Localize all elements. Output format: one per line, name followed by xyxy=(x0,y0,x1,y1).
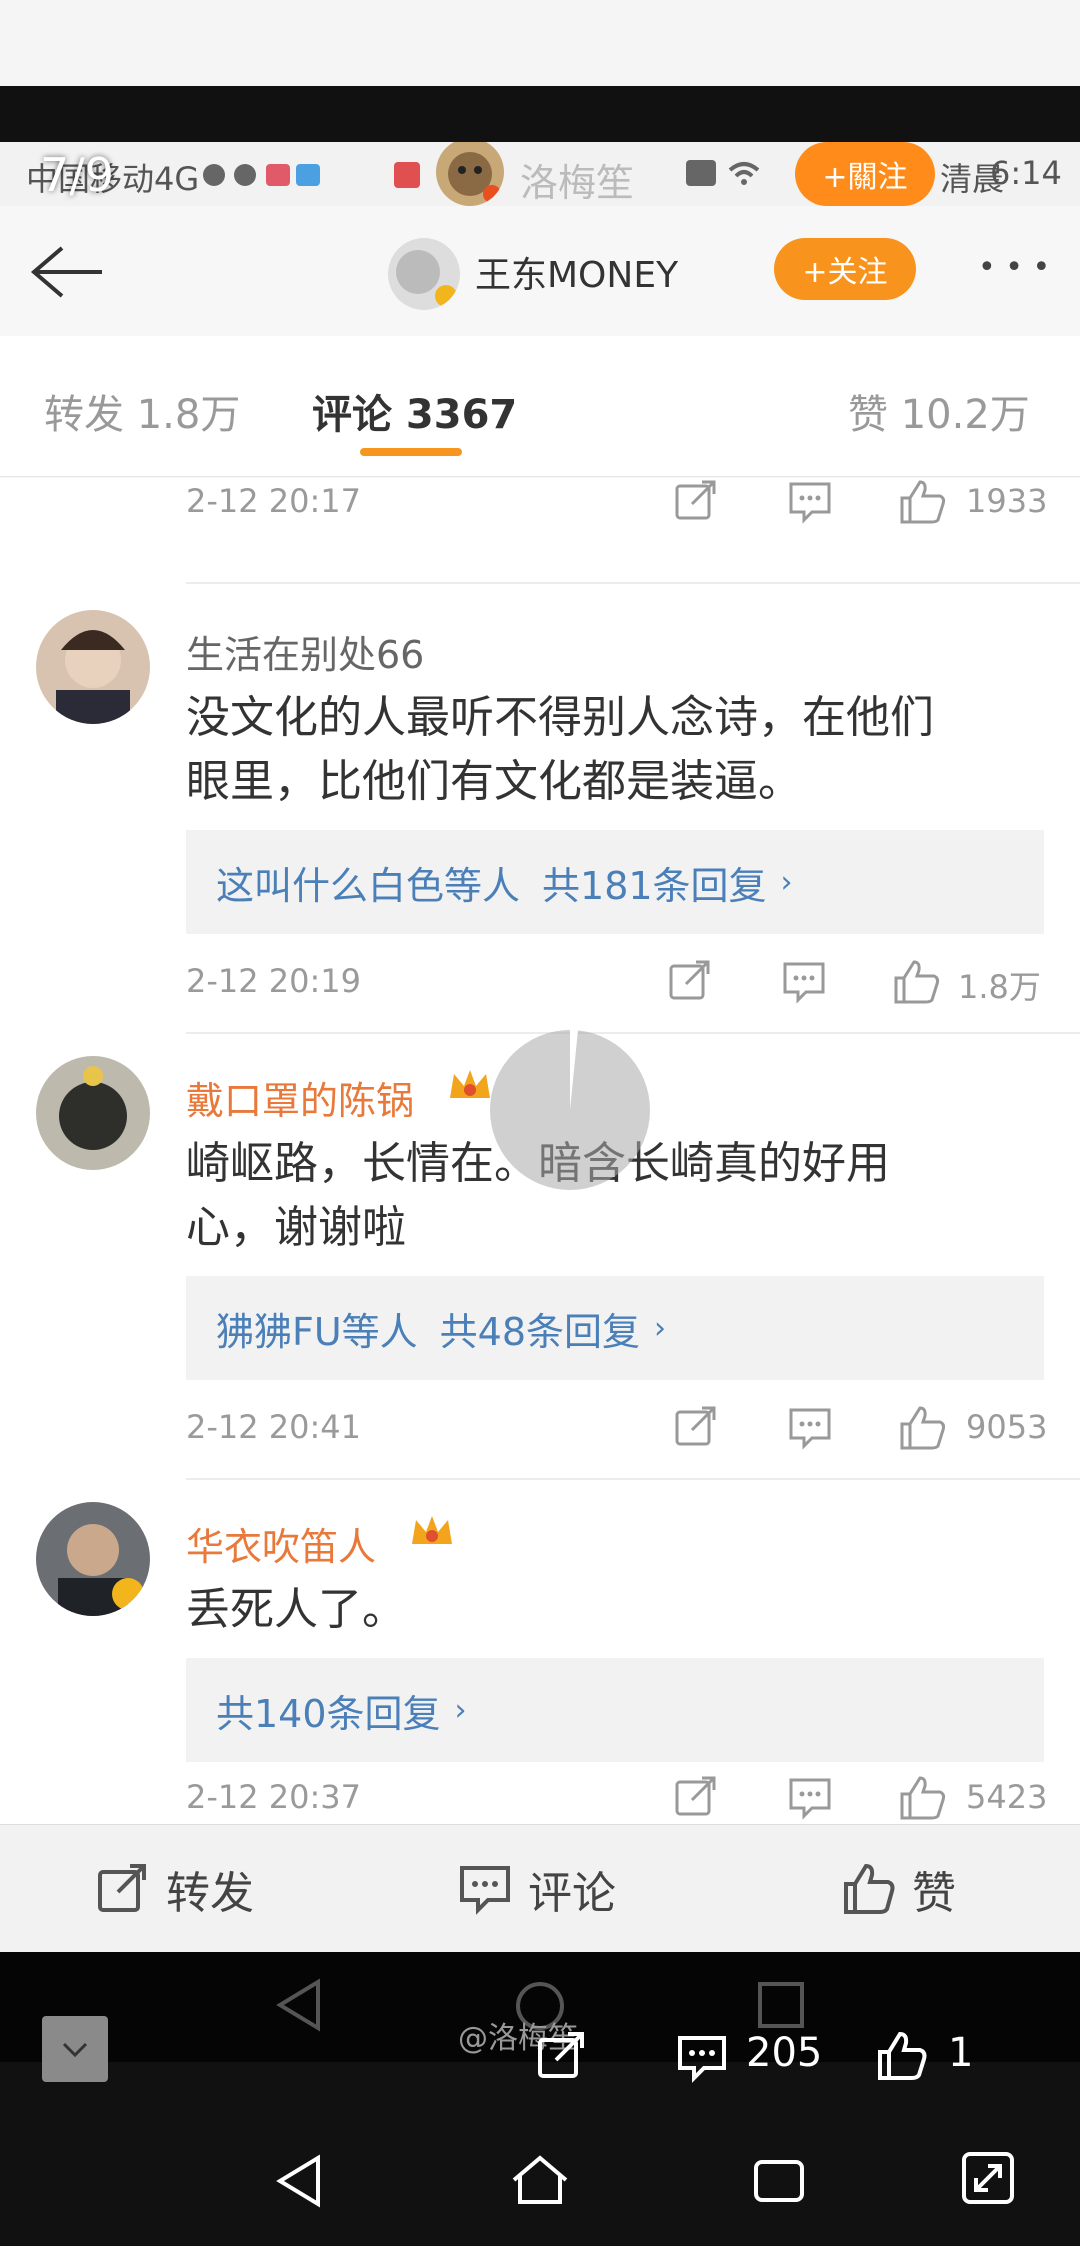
like-count: 5423 xyxy=(966,1778,1048,1816)
comment-item: 2-12 20:17 1933 xyxy=(0,478,1080,588)
comment-text-line: 没文化的人最听不得别人念诗，在他们 xyxy=(186,692,934,743)
author-name[interactable]: 王东MONEY xyxy=(475,246,678,298)
like-count: 1.8万 xyxy=(958,968,1041,1006)
page-indicator: 7/9 xyxy=(40,148,115,202)
reply-users: 狒狒FU等人 xyxy=(216,1309,418,1354)
reply-count: 共181条回复 xyxy=(542,863,767,908)
reply-icon[interactable] xyxy=(788,1406,832,1454)
top-black-strip xyxy=(0,86,1080,142)
weibo-app-screen: 中国移动4G 洛梅笙 +關注 清晨 6:14 7/9 王东MONEY +关注 •… xyxy=(0,142,1080,1952)
tab-comments[interactable]: 评论 3367 xyxy=(312,382,517,440)
hd-wifi-icon xyxy=(686,158,796,194)
replies-summary[interactable]: 这叫什么白色等人 共181条回复 › xyxy=(186,830,1044,934)
top-system-strip xyxy=(0,0,1080,86)
chevron-right-icon: › xyxy=(780,864,793,900)
tab-reposts[interactable]: 转发 1.8万 xyxy=(44,382,240,440)
repost-icon xyxy=(98,1864,146,1912)
share-icon[interactable] xyxy=(674,1404,718,1452)
comment-time: 2-12 20:37 xyxy=(186,1778,362,1816)
commenter-name[interactable]: 生活在别处66 xyxy=(186,624,424,679)
like-icon xyxy=(844,1863,895,1914)
author-avatar[interactable] xyxy=(388,238,460,310)
nav-bar: 王东MONEY +关注 • • • xyxy=(0,206,1080,337)
status-time: 6:14 xyxy=(990,154,1062,192)
uploader-avatar[interactable] xyxy=(436,142,504,206)
reply-users: 这叫什么白色等人 xyxy=(216,863,521,908)
comment-text-line: 丢死人了。 xyxy=(186,1584,406,1635)
repost-button[interactable]: 转发 xyxy=(96,1825,254,1952)
comment-label: 评论 xyxy=(528,1868,616,1919)
comment-time: 2-12 20:17 xyxy=(186,482,362,520)
share-icon[interactable] xyxy=(536,2030,588,2086)
chevron-right-icon: › xyxy=(454,1692,467,1728)
comment-time: 2-12 20:41 xyxy=(186,1408,362,1446)
status-bar: 中国移动4G 洛梅笙 +關注 清晨 6:14 xyxy=(0,142,1080,206)
like-icon[interactable] xyxy=(876,2030,928,2086)
like-icon[interactable] xyxy=(898,478,948,530)
crown-badge-icon xyxy=(410,1512,454,1556)
reply-icon[interactable] xyxy=(788,1776,832,1824)
comment-text-line: 眼里，比他们有文化都是装逼。 xyxy=(186,756,802,807)
repost-label: 转发 xyxy=(166,1868,254,1919)
tab-active-indicator xyxy=(360,448,462,456)
like-button[interactable]: 赞 xyxy=(842,1825,956,1952)
share-icon[interactable] xyxy=(674,1774,718,1822)
like-label: 赞 xyxy=(912,1868,956,1919)
replies-summary[interactable]: 共140条回复 › xyxy=(186,1658,1044,1762)
commenter-name[interactable]: 华衣吹笛人 xyxy=(186,1516,376,1571)
back-arrow-icon[interactable] xyxy=(26,244,106,304)
uploader-name[interactable]: 洛梅笙 xyxy=(520,152,634,207)
commenter-avatar[interactable] xyxy=(36,1056,150,1170)
comment-text: 没文化的人最听不得别人念诗，在他们 眼里，比他们有文化都是装逼。 xyxy=(186,686,1066,814)
comment-item: 华衣吹笛人 丢死人了。 共140条回复 › 2-12 20:37 5423 xyxy=(0,1480,1080,1824)
crown-badge-icon xyxy=(448,1066,492,1110)
inner-back-icon xyxy=(274,1978,324,2036)
like-icon[interactable] xyxy=(898,1404,948,1456)
comment-icon xyxy=(460,1866,510,1915)
divider xyxy=(186,582,1080,584)
share-icon[interactable] xyxy=(668,958,712,1006)
back-icon[interactable] xyxy=(274,2154,324,2212)
comment-time: 2-12 20:19 xyxy=(186,962,362,1000)
commenter-avatar[interactable] xyxy=(36,1502,150,1616)
tab-likes[interactable]: 赞 10.2万 xyxy=(848,382,1030,440)
share-icon[interactable] xyxy=(674,478,718,526)
home-icon[interactable] xyxy=(510,2154,570,2210)
like-icon[interactable] xyxy=(892,958,942,1010)
comment-item: 生活在别处66 没文化的人最听不得别人念诗，在他们 眼里，比他们有文化都是装逼。… xyxy=(0,588,1080,1034)
comment-icon[interactable] xyxy=(676,2032,728,2088)
reply-count: 共140条回复 xyxy=(216,1691,441,1736)
like-count: 1 xyxy=(948,2030,974,2076)
weibo-icon xyxy=(200,160,320,194)
commenter-avatar[interactable] xyxy=(36,610,150,724)
recents-icon[interactable] xyxy=(752,2156,806,2210)
commenter-name[interactable]: 戴口罩的陈锅 xyxy=(186,1070,414,1125)
app-notification-icon xyxy=(392,160,422,194)
fullscreen-icon[interactable] xyxy=(960,2150,1016,2210)
like-count: 9053 xyxy=(966,1408,1048,1446)
tab-bar: 转发 1.8万 评论 3367 赞 10.2万 xyxy=(0,336,1080,477)
loading-spinner-icon xyxy=(490,1029,650,1190)
inner-recents-icon xyxy=(756,1980,806,2034)
follow-button[interactable]: +关注 xyxy=(774,238,916,300)
comment-text-line: 心，谢谢啦 xyxy=(186,1202,406,1253)
overlay-follow-button[interactable]: +關注 xyxy=(795,142,935,206)
replies-summary[interactable]: 狒狒FU等人 共48条回复 › xyxy=(186,1276,1044,1380)
reply-icon[interactable] xyxy=(788,480,832,528)
collapse-button[interactable] xyxy=(42,2016,108,2082)
reply-count: 共48条回复 xyxy=(439,1309,641,1354)
comment-count: 205 xyxy=(746,2030,823,2076)
more-icon[interactable]: • • • xyxy=(978,250,1050,285)
comment-text: 丢死人了。 xyxy=(186,1578,1066,1642)
like-icon[interactable] xyxy=(898,1774,948,1826)
chevron-right-icon: › xyxy=(654,1310,667,1346)
comment-button[interactable]: 评论 xyxy=(458,1825,616,1952)
reply-icon[interactable] xyxy=(782,960,826,1008)
post-action-bar: 转发 评论 赞 xyxy=(0,1824,1080,1952)
like-count: 1933 xyxy=(966,482,1048,520)
